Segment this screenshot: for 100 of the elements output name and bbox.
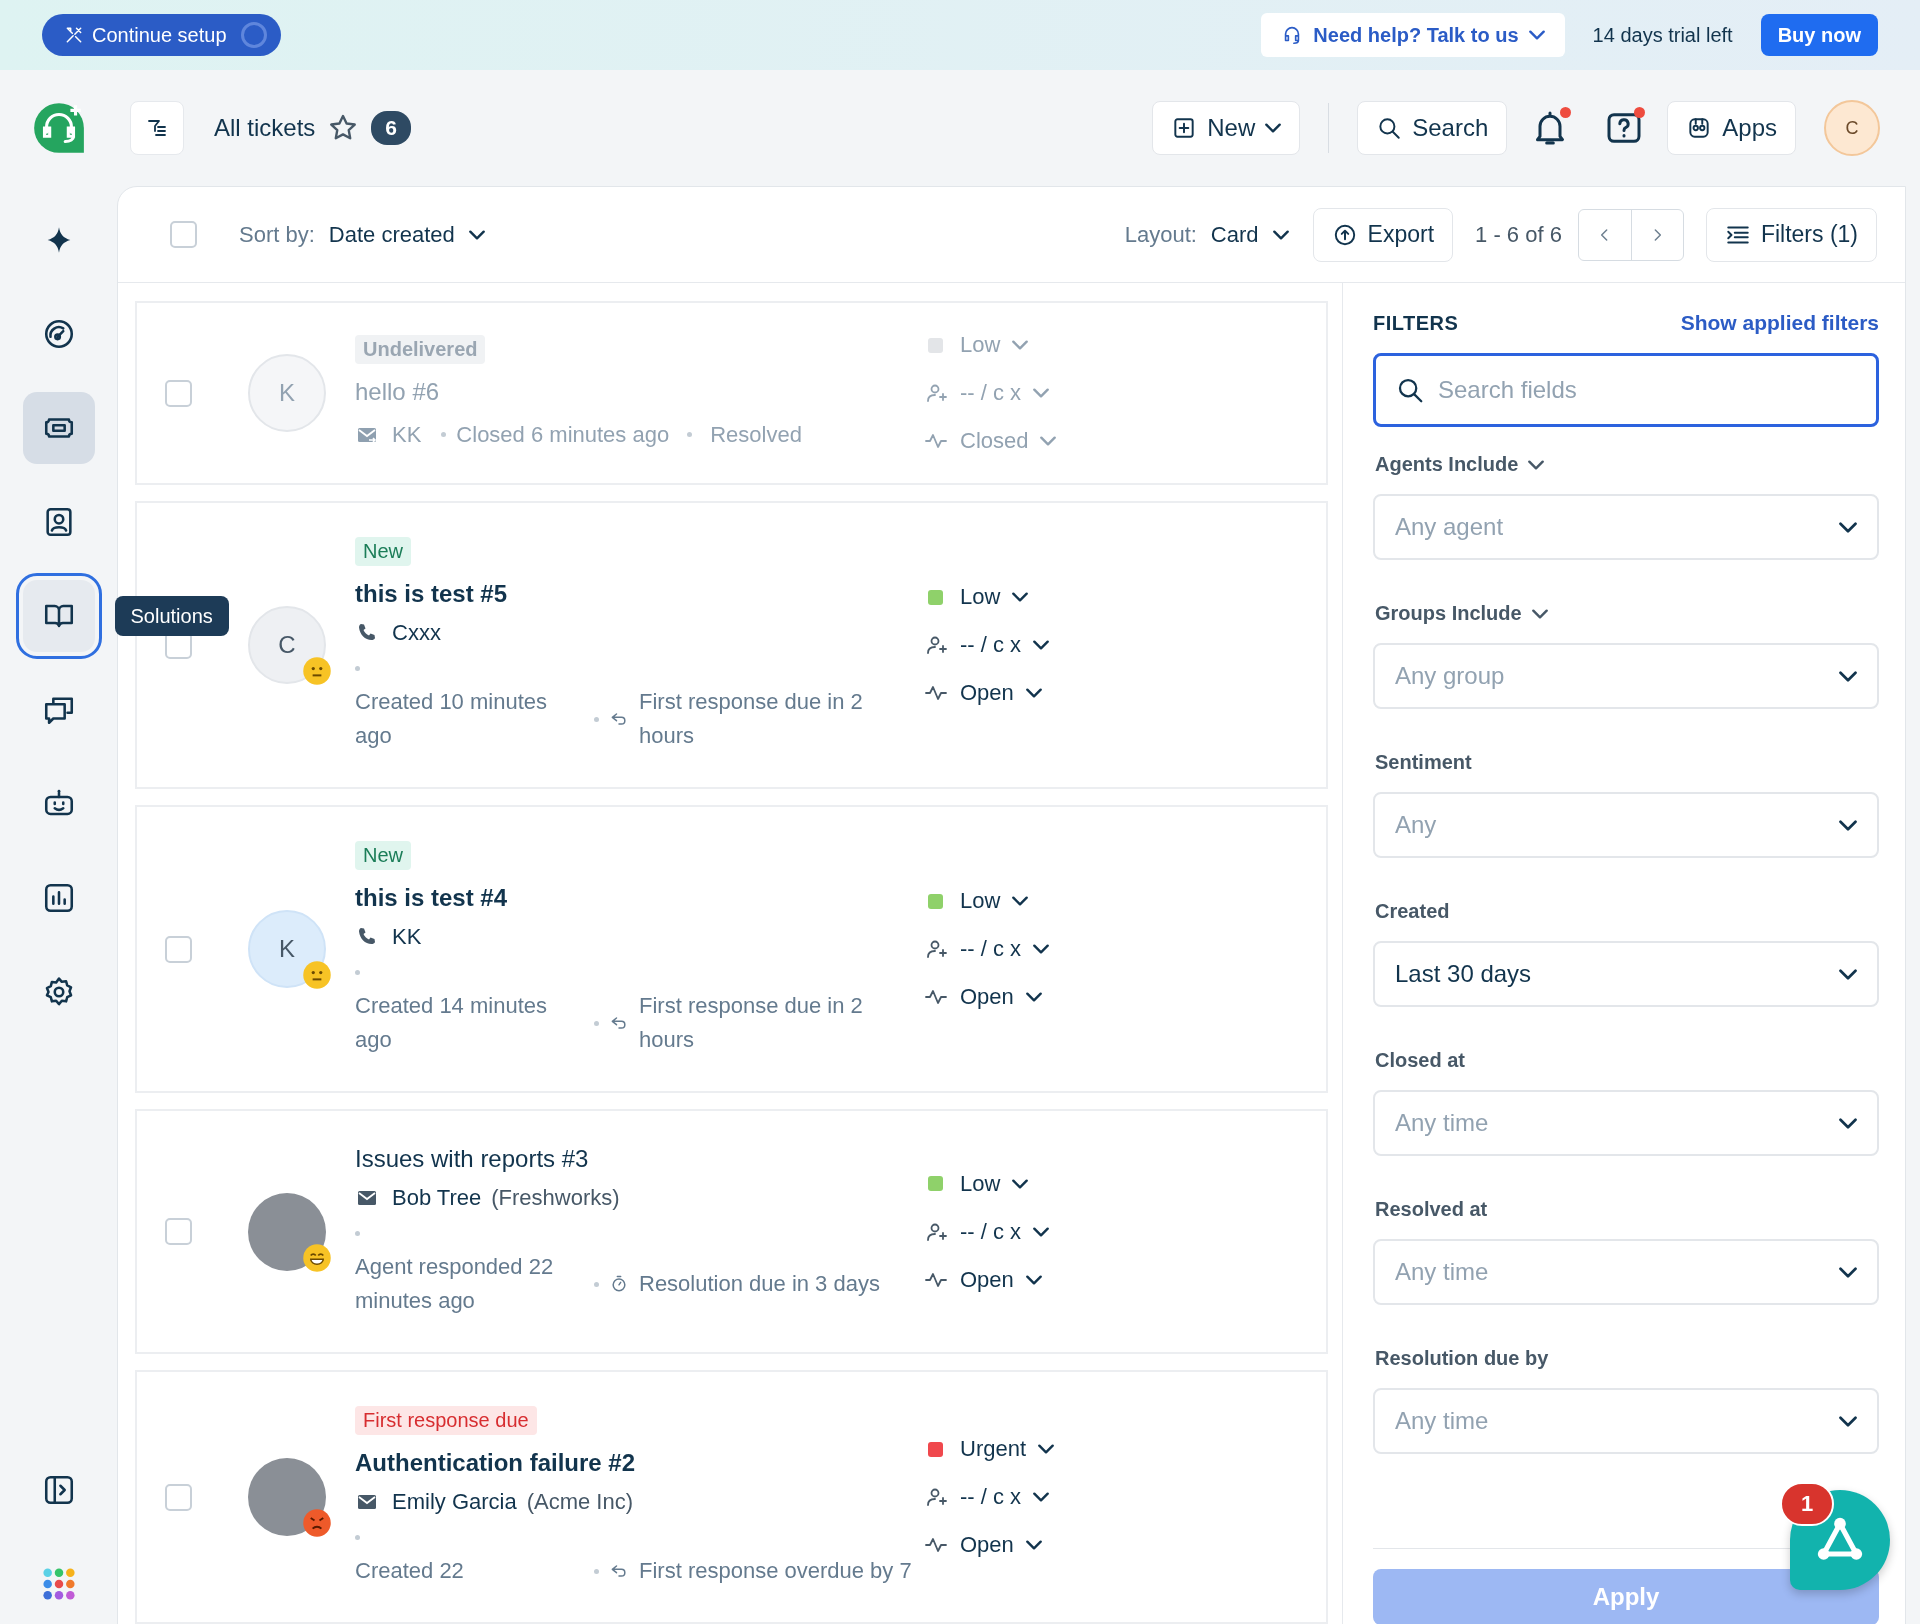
page-title: All tickets — [214, 114, 316, 142]
filter-label-dropdown[interactable]: Agents Include — [1375, 453, 1879, 476]
filter-label: Resolved at — [1375, 1198, 1489, 1221]
assignee-dropdown[interactable]: -- / c x — [924, 933, 1050, 965]
tools-icon — [64, 25, 84, 45]
caret-icon — [1839, 1415, 1857, 1427]
caret-icon — [1033, 944, 1050, 954]
ticket-title[interactable]: this is test #5 — [355, 580, 508, 608]
user-avatar[interactable]: C — [1824, 100, 1880, 156]
company-name: (Acme Inc) — [526, 1489, 634, 1515]
ticket-checkbox[interactable] — [165, 935, 192, 963]
status-dropdown[interactable]: Open — [924, 1529, 1042, 1561]
priority-dropdown[interactable]: Low — [924, 1167, 1029, 1200]
stopwatch-icon — [609, 1274, 629, 1294]
resolution-status: Resolved — [710, 420, 802, 449]
caret-icon — [1839, 968, 1857, 980]
caret-icon — [1038, 1444, 1055, 1454]
contact-name[interactable]: Emily Garcia — [392, 1489, 517, 1515]
caret-icon — [1839, 819, 1857, 831]
contact-avatar: K — [248, 910, 326, 988]
ticket-title[interactable]: Authentication failure #2 — [355, 1449, 636, 1477]
ticket-card[interactable]: Issues with reports #3 Bob Tree (Freshworks) Agent responded 22 minutes ago Resolution due in 3 days Low -- / c x Open — [135, 1109, 1328, 1354]
caret-icon — [1025, 688, 1042, 698]
caret-icon — [1033, 1226, 1050, 1237]
caret-icon — [1025, 992, 1042, 1002]
ticket-checkbox[interactable] — [165, 1483, 192, 1511]
caret-icon — [1531, 608, 1548, 619]
caret-icon — [1839, 1266, 1857, 1278]
created-time: Created 22 — [355, 1557, 465, 1585]
caret-icon — [1839, 670, 1857, 682]
status-tag: New — [355, 841, 411, 870]
created-time: Created 14 minutes ago — [355, 992, 548, 1054]
ticket-checkbox[interactable] — [165, 379, 192, 407]
filter-toggle-button[interactable] — [130, 101, 184, 155]
filters-button[interactable]: Filters (1) — [1705, 207, 1877, 262]
caret-icon — [1012, 340, 1029, 350]
caret-icon — [1025, 1540, 1042, 1550]
continue-setup-button[interactable]: Continue setup — [42, 14, 281, 56]
caret-icon — [1528, 30, 1545, 40]
sort-dropdown[interactable]: Date created — [328, 221, 485, 248]
tooltip: Solutions — [114, 596, 229, 636]
status-dropdown[interactable]: Open — [924, 981, 1042, 1013]
priority-dropdown[interactable]: Urgent — [924, 1433, 1055, 1465]
layout-dropdown[interactable]: Card — [1210, 221, 1289, 248]
caret-icon — [1528, 459, 1545, 470]
help-button[interactable]: Need help? Talk to us — [1261, 13, 1565, 57]
select-all-checkbox[interactable] — [170, 221, 197, 248]
status-tag: New — [355, 537, 411, 566]
caret-icon — [1040, 436, 1057, 446]
status-tag: Undelivered — [355, 334, 486, 364]
status-dropdown[interactable]: Open — [924, 1263, 1042, 1296]
new-button[interactable]: New — [1152, 101, 1301, 155]
nav-item[interactable] — [22, 392, 95, 464]
search-button[interactable]: Search — [1357, 101, 1508, 155]
apps-button[interactable]: Apps — [1667, 101, 1796, 155]
caret-icon — [1033, 388, 1050, 398]
contact-avatar: K — [248, 354, 326, 432]
ticket-checkbox[interactable] — [165, 1218, 192, 1245]
ticket-title[interactable]: Issues with reports #3 — [355, 1145, 589, 1173]
created-time: Closed 6 minutes ago — [456, 420, 670, 449]
assignee-dropdown[interactable]: -- / c x — [924, 629, 1050, 661]
filter-select[interactable]: Last 30 days — [1373, 941, 1879, 1007]
filter-label-dropdown[interactable]: Groups Include — [1375, 602, 1879, 625]
contact-name[interactable]: KK — [392, 924, 422, 950]
filters-heading: FILTERS — [1373, 311, 1459, 335]
ticket-title[interactable]: this is test #4 — [355, 884, 508, 912]
buy-now-button[interactable]: Buy now — [1760, 14, 1878, 56]
sla-due-time: First response due in 2 hours — [639, 688, 864, 750]
priority-dropdown[interactable]: Low — [924, 581, 1029, 613]
company-name: (Freshworks) — [491, 1185, 620, 1211]
assignee-dropdown[interactable]: -- / c x — [924, 1215, 1050, 1248]
caret-icon — [1025, 1274, 1042, 1285]
search-icon — [1376, 115, 1403, 141]
caret-icon — [1012, 896, 1029, 906]
show-applied-filters-link[interactable]: Show applied filters — [1680, 311, 1879, 335]
caret-icon — [1272, 229, 1289, 240]
status-dropdown[interactable]: Open — [924, 677, 1042, 709]
assignee-dropdown[interactable]: -- / c x — [924, 1481, 1050, 1513]
export-button[interactable]: Export — [1312, 207, 1454, 262]
apps-grid-icon — [41, 1567, 76, 1601]
filter-label: Created — [1375, 900, 1451, 923]
caret-icon — [468, 229, 485, 240]
ticket-card[interactable]: K New this is test #4 KK Created 14 minutes ago First response due in 2 hours Low -- / c x Open — [135, 805, 1328, 1093]
progress-ring-icon — [240, 22, 267, 48]
contact-name[interactable]: Bob Tree — [392, 1185, 482, 1211]
layout-label: Layout: — [1124, 221, 1197, 248]
pagination-range: 1 - 6 of 6 — [1475, 221, 1562, 248]
caret-icon — [1012, 1178, 1029, 1189]
sla-due-time: First response due in 2 hours — [639, 992, 864, 1054]
search-fields-input[interactable]: Search fields — [1373, 353, 1879, 427]
contact-avatar: C — [248, 606, 326, 684]
priority-dropdown[interactable]: Low — [924, 885, 1029, 917]
caret-icon — [1033, 640, 1050, 650]
created-time: Agent responded 22 minutes ago — [355, 1253, 555, 1315]
caret-icon — [1033, 1492, 1050, 1502]
sort-label: Sort by: — [239, 221, 315, 248]
contact-name[interactable]: Cxxx — [392, 620, 441, 646]
status-tag: First response due — [355, 1406, 537, 1435]
ticket-card[interactable]: First response due Authentication failure #2 Emily Garcia (Acme Inc) Created 22 First response overdue by 7 Urgent -- / c x Open — [135, 1370, 1328, 1624]
caret-icon — [1839, 521, 1857, 533]
